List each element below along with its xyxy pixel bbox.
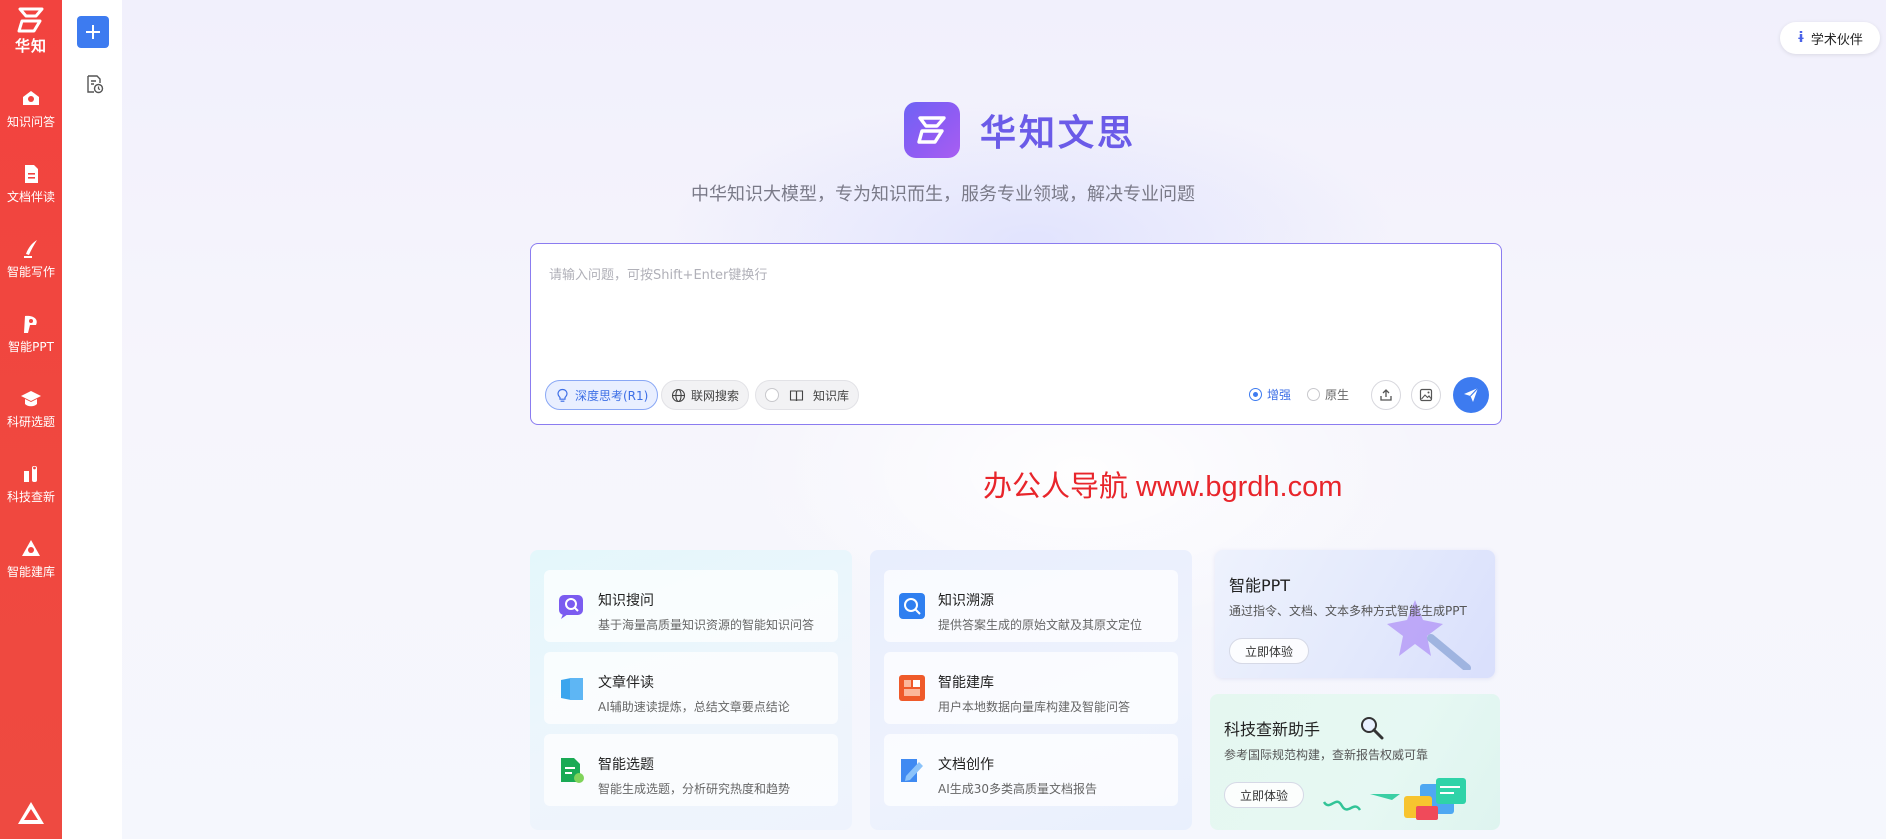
huazhi-logo-icon — [17, 7, 44, 33]
upload-image-button[interactable] — [1411, 380, 1441, 410]
academic-partner-label: 学术伙伴 — [1810, 32, 1863, 48]
watermark-text: 办公人导航 www.bgrdh.com — [983, 471, 1343, 503]
image-icon — [1419, 388, 1433, 402]
radio-dot — [1249, 388, 1262, 401]
feature-title: 文档创作 — [938, 757, 994, 773]
magic-wand-icon — [1387, 600, 1471, 670]
rail-item-smart-database[interactable]: 智能建库 — [0, 538, 62, 588]
mode-enhanced-label: 增强 — [1267, 388, 1292, 402]
feature-title: 知识溯源 — [938, 593, 994, 609]
globe-icon — [671, 388, 686, 402]
rail-item-label: 科研选题 — [6, 415, 55, 429]
mode-native-radio[interactable]: 原生 — [1307, 386, 1349, 403]
feature-desc: 提供答案生成的原始文献及其原文定位 — [938, 618, 1143, 632]
radio-dot — [1307, 388, 1320, 401]
mode-enhanced-radio[interactable]: 增强 — [1249, 386, 1291, 403]
knowledge-base-checkbox[interactable] — [765, 388, 779, 402]
pen-icon — [24, 240, 37, 258]
brand-header: 华知文思 — [904, 102, 1136, 158]
send-icon — [1464, 387, 1479, 402]
history-column — [62, 0, 122, 839]
feature-title: 知识搜问 — [598, 593, 654, 609]
feature-card-doc-creation[interactable]: 文档创作 AI生成30多类高质量文档报告 — [884, 734, 1178, 806]
app-rail: 华知 知识问答 文档伴读 智能写作 智能PPT 科研选题 科技查新 智能建库 — [0, 0, 62, 839]
query-input[interactable] — [549, 264, 1479, 344]
academic-partner-button[interactable]: ɨ 学术伙伴 — [1780, 22, 1880, 54]
feature-card-smart-topic[interactable]: 智能选题 智能生成选题，分析研究热度和趋势 — [544, 734, 838, 806]
plus-icon — [86, 25, 100, 39]
query-box: 深度思考(R1) 联网搜索 知识库 增强 原生 — [530, 243, 1502, 425]
promo-smart-ppt: 智能PPT 通过指令、文档、文本多种方式智能生成PPT 立即体验 — [1215, 550, 1495, 678]
promo-desc: 参考国际规范构建，查新报告权威可靠 — [1224, 748, 1429, 762]
try-now-button[interactable]: 立即体验 — [1229, 638, 1310, 664]
feature-desc: AI辅助速读提炼，总结文章要点结论 — [598, 700, 790, 714]
brand-subtitle: 中华知识大模型，专为知识而生，服务专业领域，解决专业问题 — [691, 184, 1195, 205]
feature-title: 智能选题 — [598, 757, 654, 773]
features-panel-left: 知识搜问 基于海量高质量知识资源的智能知识问答 文章伴读 AI辅助速读提炼，总结… — [530, 550, 852, 830]
deep-think-toggle[interactable]: 深度思考(R1) — [545, 380, 659, 410]
rail-item-label: 知识问答 — [6, 115, 55, 129]
smart-database-icon — [899, 675, 925, 701]
article-reading-icon — [561, 678, 583, 700]
rail-item-smart-ppt[interactable]: 智能PPT — [0, 313, 62, 363]
feature-card-smart-database[interactable]: 智能建库 用户本地数据向量库构建及智能问答 — [884, 652, 1178, 724]
lightbulb-icon — [557, 388, 568, 402]
knowledge-source-icon — [899, 593, 925, 619]
knowledge-base-label: 知识库 — [813, 388, 850, 403]
history-icon[interactable] — [84, 74, 104, 94]
promo-desc: 通过指令、文档、文本多种方式智能生成PPT — [1229, 604, 1467, 618]
brand-logo-icon — [904, 102, 960, 158]
app-logo-text: 华知 — [14, 37, 47, 55]
doc-creation-icon — [901, 759, 923, 782]
ppt-icon — [24, 315, 37, 333]
brand-name: 华知文思 — [980, 113, 1137, 154]
feature-desc: 用户本地数据向量库构建及智能问答 — [938, 700, 1131, 714]
graduation-cap-icon — [21, 391, 41, 407]
search-doc-icon — [24, 466, 37, 482]
knowledge-base-toggle[interactable]: 知识库 — [755, 380, 860, 410]
bottom-logo-icon[interactable] — [16, 800, 46, 826]
rail-item-knowledge-qa[interactable]: 知识问答 — [0, 88, 62, 138]
folders-illustration-icon — [1322, 778, 1466, 820]
feature-card-knowledge-source[interactable]: 知识溯源 提供答案生成的原始文献及其原文定位 — [884, 570, 1178, 642]
promo-novelty-assistant: 科技查新助手 参考国际规范构建，查新报告权威可靠 立即体验 — [1210, 694, 1500, 830]
rail-item-label: 科技查新 — [6, 490, 55, 504]
promo-title: 智能PPT — [1229, 576, 1291, 595]
upload-file-button[interactable] — [1371, 380, 1401, 410]
deep-think-label: 深度思考(R1) — [575, 388, 649, 403]
knowledge-search-icon — [559, 595, 583, 619]
feature-desc: 基于海量高质量知识资源的智能知识问答 — [598, 618, 815, 632]
rail-item-smart-writing[interactable]: 智能写作 — [0, 238, 62, 288]
rail-item-label: 智能建库 — [6, 565, 55, 579]
smart-topic-icon — [561, 758, 584, 783]
upload-icon — [1380, 389, 1392, 401]
qa-icon — [23, 91, 39, 105]
feature-card-article-reading[interactable]: 文章伴读 AI辅助速读提炼，总结文章要点结论 — [544, 652, 838, 724]
database-icon — [22, 540, 40, 556]
rail-item-research-topic[interactable]: 科研选题 — [0, 388, 62, 438]
book-icon — [789, 389, 804, 401]
feature-title: 文章伴读 — [598, 675, 654, 691]
web-search-toggle[interactable]: 联网搜索 — [661, 380, 750, 410]
try-now-button[interactable]: 立即体验 — [1224, 782, 1305, 808]
app-logo[interactable]: 华知 — [0, 6, 62, 62]
partner-icon: ɨ — [1797, 30, 1805, 46]
send-button[interactable] — [1453, 377, 1489, 413]
magnifier-icon — [1361, 717, 1384, 740]
rail-item-label: 智能PPT — [8, 340, 54, 354]
rail-item-novelty-search[interactable]: 科技查新 — [0, 463, 62, 513]
rail-item-label: 智能写作 — [6, 265, 55, 279]
new-chat-button[interactable] — [77, 16, 109, 48]
mode-native-label: 原生 — [1325, 388, 1350, 402]
feature-card-knowledge-search[interactable]: 知识搜问 基于海量高质量知识资源的智能知识问答 — [544, 570, 838, 642]
feature-title: 智能建库 — [938, 675, 994, 691]
web-search-label: 联网搜索 — [691, 388, 740, 403]
feature-desc: 智能生成选题，分析研究热度和趋势 — [598, 782, 791, 796]
features-panel-middle: 知识溯源 提供答案生成的原始文献及其原文定位 智能建库 用户本地数据向量库构建及… — [870, 550, 1192, 830]
feature-desc: AI生成30多类高质量文档报告 — [938, 782, 1098, 796]
promo-title: 科技查新助手 — [1224, 720, 1321, 739]
